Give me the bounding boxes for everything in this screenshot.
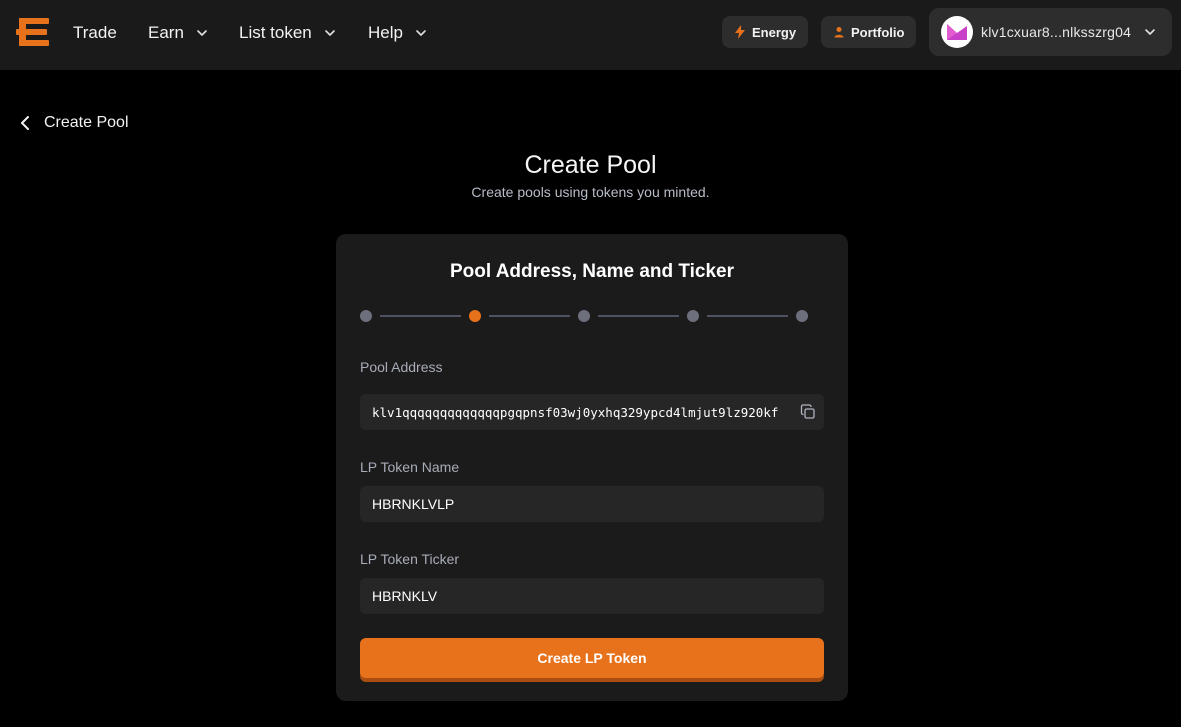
lp-token-name-label: LP Token Name (360, 459, 460, 475)
chevron-down-icon (416, 30, 426, 36)
energy-button[interactable]: Energy (722, 16, 809, 48)
page-title: Create Pool (524, 151, 657, 179)
lightning-icon (735, 25, 745, 39)
chevron-down-icon (324, 30, 335, 36)
create-pool-card: Pool Address, Name and Ticker Pool Addre… (336, 234, 848, 701)
page-subtitle: Create pools using tokens you minted. (471, 184, 710, 200)
energy-label: Energy (752, 24, 797, 40)
step-dot-5 (796, 310, 808, 322)
portfolio-button[interactable]: Portfolio (821, 16, 917, 48)
chevron-left-icon (21, 116, 29, 130)
nav-item-label: Earn (148, 23, 184, 42)
pool-address-label: Pool Address (360, 359, 443, 375)
lp-token-name-value: HBRNKLVLP (372, 496, 455, 512)
wallet-button[interactable]: klv1cxuar8...nlksszrg04 (929, 8, 1172, 56)
nav-item-label: List token (239, 23, 312, 42)
lp-token-ticker-value: HBRNKLV (372, 588, 438, 604)
step-dot-1 (360, 310, 372, 322)
card-title: Pool Address, Name and Ticker (449, 261, 735, 282)
nav-item-trade[interactable]: Trade (73, 22, 117, 44)
logo-icon[interactable] (16, 16, 53, 48)
step-connector (707, 315, 788, 317)
step-connector (489, 315, 570, 317)
chevron-down-icon (197, 30, 207, 36)
back-button[interactable]: Create Pool (20, 112, 129, 134)
progress-stepper (360, 310, 808, 322)
klever-logo-icon (947, 24, 967, 40)
nav-item-label: Help (368, 23, 403, 42)
portfolio-label: Portfolio (851, 24, 905, 40)
back-label: Create Pool (44, 114, 129, 131)
top-navigation-bar: Trade Earn List token Help Energy Portfo… (0, 0, 1181, 70)
step-connector (598, 315, 679, 317)
nav-item-help[interactable]: Help (368, 22, 427, 44)
step-dot-4 (687, 310, 699, 322)
user-icon (834, 27, 844, 38)
create-lp-token-label: Create LP Token (537, 650, 647, 666)
chevron-down-icon (1145, 29, 1155, 35)
pool-address-value: klv1qqqqqqqqqqqqqpgqpnsf03wj0yxhq329ypcd… (372, 404, 779, 420)
wallet-address: klv1cxuar8...nlksszrg04 (981, 24, 1132, 40)
pool-address-field[interactable]: klv1qqqqqqqqqqqqqpgqpnsf03wj0yxhq329ypcd… (360, 394, 824, 430)
step-connector (380, 315, 461, 317)
lp-token-ticker-input[interactable]: HBRNKLV (360, 578, 824, 614)
lp-token-name-input[interactable]: HBRNKLVLP (360, 486, 824, 522)
lp-token-ticker-label: LP Token Ticker (360, 551, 460, 567)
nav-item-label: Trade (73, 23, 117, 42)
wallet-avatar (941, 16, 973, 48)
step-dot-3 (578, 310, 590, 322)
step-dot-2 (469, 310, 481, 322)
create-lp-token-button[interactable]: Create LP Token (360, 638, 824, 678)
copy-icon[interactable] (800, 404, 816, 420)
nav-item-list-token[interactable]: List token (239, 22, 336, 44)
nav-item-earn[interactable]: Earn (148, 22, 208, 44)
